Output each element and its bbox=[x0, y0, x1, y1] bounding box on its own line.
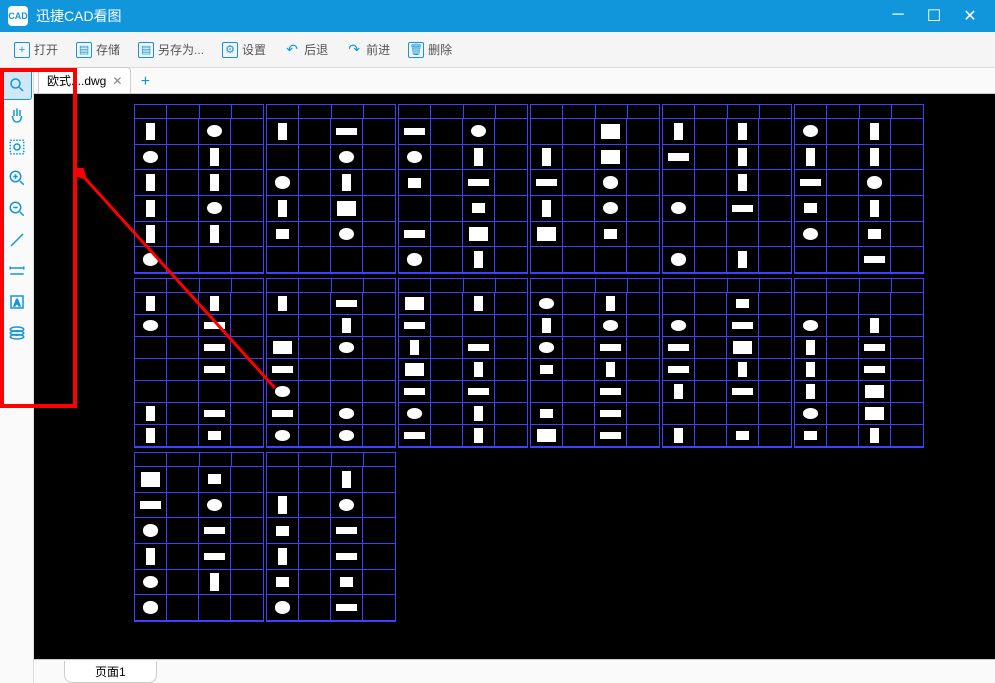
save-as-button[interactable]: ▤ 另存为... bbox=[130, 37, 212, 62]
plus-icon: + bbox=[14, 42, 30, 58]
cad-drawing-content bbox=[134, 104, 924, 622]
delete-button[interactable]: 🗑 删除 bbox=[400, 37, 460, 62]
settings-button[interactable]: ⚙ 设置 bbox=[214, 37, 274, 62]
back-arrow-icon: ↶ bbox=[284, 42, 300, 58]
document-tab-label: 欧式....dwg bbox=[47, 72, 106, 89]
back-button[interactable]: ↶ 后退 bbox=[276, 37, 336, 62]
titlebar: CAD 迅捷CAD看图 ─ ☐ ✕ bbox=[0, 0, 995, 32]
layout-tab-bar: 页面1 bbox=[34, 659, 995, 683]
maximize-button[interactable]: ☐ bbox=[925, 6, 943, 26]
svg-text:A: A bbox=[14, 298, 20, 308]
document-tab[interactable]: 欧式....dwg ✕ bbox=[38, 67, 131, 93]
zoom-extent-icon[interactable] bbox=[2, 132, 32, 162]
trash-icon: 🗑 bbox=[408, 42, 424, 58]
main-area: A 欧式....dwg ✕ + 页面1 bbox=[0, 68, 995, 683]
layout-tab[interactable]: 页面1 bbox=[64, 661, 157, 683]
zoom-in-icon[interactable] bbox=[2, 163, 32, 193]
side-toolbar: A bbox=[0, 68, 34, 683]
minimize-button[interactable]: ─ bbox=[889, 6, 907, 26]
save-as-icon: ▤ bbox=[138, 42, 154, 58]
window-controls: ─ ☐ ✕ bbox=[889, 6, 987, 26]
cad-viewport[interactable] bbox=[34, 94, 995, 659]
canvas-area: 欧式....dwg ✕ + 页面1 bbox=[34, 68, 995, 683]
forward-button[interactable]: ↷ 前进 bbox=[338, 37, 398, 62]
pointer-tool-icon[interactable] bbox=[2, 70, 32, 100]
main-toolbar: + 打开 ▤ 存储 ▤ 另存为... ⚙ 设置 ↶ 后退 ↷ 前进 🗑 删除 bbox=[0, 32, 995, 68]
delete-label: 删除 bbox=[428, 41, 452, 58]
save-as-label: 另存为... bbox=[158, 41, 204, 58]
save-icon: ▤ bbox=[76, 42, 92, 58]
save-button[interactable]: ▤ 存储 bbox=[68, 37, 128, 62]
pan-tool-icon[interactable] bbox=[2, 101, 32, 131]
forward-label: 前进 bbox=[366, 41, 390, 58]
document-tab-bar: 欧式....dwg ✕ + bbox=[34, 68, 995, 94]
layers-tool-icon[interactable] bbox=[2, 318, 32, 348]
forward-arrow-icon: ↷ bbox=[346, 42, 362, 58]
text-tool-icon[interactable]: A bbox=[2, 287, 32, 317]
settings-label: 设置 bbox=[242, 41, 266, 58]
open-button[interactable]: + 打开 bbox=[6, 37, 66, 62]
back-label: 后退 bbox=[304, 41, 328, 58]
zoom-out-icon[interactable] bbox=[2, 194, 32, 224]
gear-icon: ⚙ bbox=[222, 42, 238, 58]
app-title: 迅捷CAD看图 bbox=[36, 6, 889, 26]
close-button[interactable]: ✕ bbox=[961, 6, 979, 26]
close-tab-icon[interactable]: ✕ bbox=[112, 74, 122, 88]
open-label: 打开 bbox=[34, 41, 58, 58]
app-icon: CAD bbox=[8, 6, 28, 26]
edit-tool-icon[interactable] bbox=[2, 225, 32, 255]
save-label: 存储 bbox=[96, 41, 120, 58]
measure-tool-icon[interactable] bbox=[2, 256, 32, 286]
new-tab-button[interactable]: + bbox=[133, 71, 157, 93]
